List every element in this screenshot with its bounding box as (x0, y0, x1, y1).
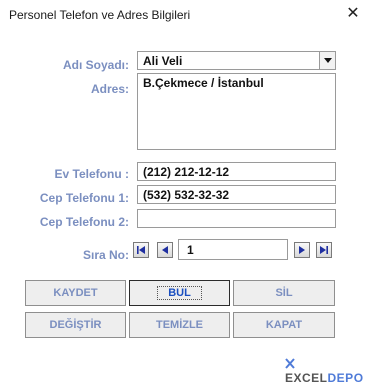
cep-telefonu-2-input[interactable] (137, 209, 336, 228)
kapat-button-label: KAPAT (265, 319, 303, 331)
adi-soyadi-label: Adı Soyadı: (62, 58, 129, 72)
previous-record-button[interactable] (157, 242, 173, 258)
sira-no-input[interactable]: 1 (178, 239, 288, 260)
next-record-button[interactable] (294, 242, 310, 258)
degistir-button-label: DEĞİŞTİR (49, 319, 102, 331)
previous-record-icon (162, 246, 168, 254)
chevron-down-icon (324, 58, 332, 63)
cep-telefonu-1-label: Cep Telefonu 1: (39, 191, 129, 205)
degistir-button[interactable]: DEĞİŞTİR (25, 312, 126, 338)
adi-soyadi-value: Ali Veli (143, 54, 183, 68)
userform-window: Personel Telefon ve Adres Bilgileri ✕ Ad… (0, 0, 370, 385)
adi-soyadi-combobox[interactable]: Ali Veli (137, 51, 336, 70)
window-title: Personel Telefon ve Adres Bilgileri (9, 8, 191, 22)
kapat-button[interactable]: KAPAT (233, 312, 335, 338)
adres-textarea[interactable]: B.Çekmece / İstanbul (137, 73, 336, 150)
last-record-button[interactable] (316, 242, 332, 258)
temizle-button[interactable]: TEMİZLE (129, 312, 230, 338)
kaydet-button[interactable]: KAYDET (25, 280, 126, 306)
logo-text-excel: EXCEL (285, 371, 328, 385)
logo-text-depo: DEPO (327, 371, 364, 385)
temizle-button-label: TEMİZLE (155, 319, 204, 331)
first-record-button[interactable] (133, 242, 149, 258)
x-logo-icon (285, 358, 295, 369)
first-record-icon (137, 246, 145, 254)
dropdown-button[interactable] (319, 52, 335, 69)
kaydet-button-label: KAYDET (53, 287, 98, 299)
exceldepo-logo: EXCELDEPO (285, 357, 370, 385)
sil-button[interactable]: SİL (233, 280, 335, 306)
ev-telefonu-input[interactable]: (212) 212-12-12 (137, 162, 336, 181)
close-icon[interactable]: ✕ (342, 4, 364, 24)
sil-button-label: SİL (275, 287, 293, 299)
adres-label: Adres: (90, 82, 129, 96)
cep-telefonu-1-input[interactable]: (532) 532-32-32 (137, 185, 336, 204)
cep-telefonu-2-label: Cep Telefonu 2: (39, 215, 129, 229)
bul-button[interactable]: BUL (129, 280, 230, 306)
sira-no-label: Sıra No: (82, 248, 129, 262)
bul-button-label: BUL (157, 286, 202, 300)
next-record-icon (299, 246, 305, 254)
last-record-icon (320, 246, 328, 254)
ev-telefonu-label: Ev Telefonu : (54, 167, 129, 181)
